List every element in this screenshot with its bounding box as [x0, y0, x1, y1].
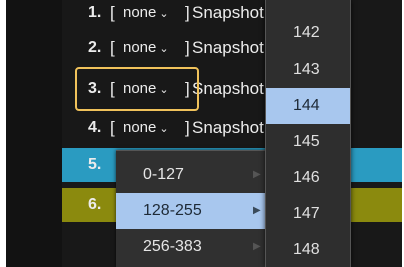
snapshot-row-4[interactable]: 4. [ none ⌄ ] Snapshot	[62, 111, 402, 145]
row-number: 2.	[88, 39, 102, 56]
bracket-open: [	[110, 3, 115, 22]
menu-item-145[interactable]: 145	[266, 124, 350, 160]
menu-item-label: 147	[293, 205, 320, 222]
submenu-arrow-icon: ▶	[253, 169, 261, 180]
snapshot-select[interactable]: none ⌄	[123, 31, 169, 65]
chevron-down-icon: ⌄	[159, 8, 169, 20]
menu-item-label: 128-255	[143, 202, 202, 219]
bracket-open: [	[110, 38, 115, 57]
select-value: none	[123, 4, 157, 21]
bracket-close: ]	[185, 38, 190, 57]
menu-item-label: 0-127	[143, 166, 184, 183]
app-window: 1. [ none ⌄ ] Snapshot 2. [ none ⌄ ] Snaps…	[6, 0, 402, 267]
menu-item-143[interactable]: 143	[266, 52, 350, 88]
bracket-close: ]	[185, 118, 190, 137]
snapshot-label: Snapshot	[192, 3, 264, 22]
row-number: 1.	[88, 4, 102, 21]
left-panel	[6, 0, 62, 267]
chevron-down-icon: ⌄	[159, 123, 169, 135]
row-number: 6.	[88, 196, 102, 213]
menu-item-label: 143	[293, 61, 320, 78]
snapshot-row-1[interactable]: 1. [ none ⌄ ] Snapshot	[62, 0, 402, 30]
menu-item-146[interactable]: 146	[266, 160, 350, 196]
menu-item-label: 256-383	[143, 238, 202, 255]
snapshot-select[interactable]: none ⌄	[123, 0, 169, 30]
range-dropdown-menu: 0-127 ▶ 128-255 ▶ 256-383 ▶	[116, 150, 270, 267]
bracket-open: [	[110, 118, 115, 137]
focus-outline	[75, 67, 199, 111]
menu-item-144[interactable]: 144	[266, 88, 350, 124]
select-value: none	[123, 119, 157, 136]
bracket-close: ]	[185, 3, 190, 22]
menu-item-label: 148	[293, 241, 320, 258]
menu-item-label: 146	[293, 169, 320, 186]
menu-item-147[interactable]: 147	[266, 196, 350, 232]
menu-item-256-383[interactable]: 256-383 ▶	[116, 229, 270, 265]
snapshot-select[interactable]: none ⌄	[123, 111, 169, 145]
row-number: 5.	[88, 156, 102, 173]
select-value: none	[123, 39, 157, 56]
snapshot-label: Snapshot	[192, 79, 264, 98]
snapshot-label: Snapshot	[192, 38, 264, 57]
number-submenu: 142 143 144 145 146 147 148	[265, 0, 351, 267]
snapshot-row-2[interactable]: 2. [ none ⌄ ] Snapshot	[62, 31, 402, 65]
screenshot-stage: 1. [ none ⌄ ] Snapshot 2. [ none ⌄ ] Snaps…	[0, 0, 404, 267]
menu-item-label: 142	[293, 24, 320, 41]
row-number: 4.	[88, 119, 102, 136]
snapshot-label: Snapshot	[192, 118, 264, 137]
menu-item-label: 144	[293, 97, 320, 114]
menu-item-148[interactable]: 148	[266, 232, 350, 267]
menu-item-label: 145	[293, 133, 320, 150]
menu-item-128-255[interactable]: 128-255 ▶	[116, 193, 270, 229]
menu-item-142[interactable]: 142	[266, 15, 350, 51]
chevron-down-icon: ⌄	[159, 43, 169, 55]
submenu-arrow-icon: ▶	[253, 241, 261, 252]
submenu-arrow-icon: ▶	[253, 205, 261, 216]
menu-item-0-127[interactable]: 0-127 ▶	[116, 157, 270, 193]
